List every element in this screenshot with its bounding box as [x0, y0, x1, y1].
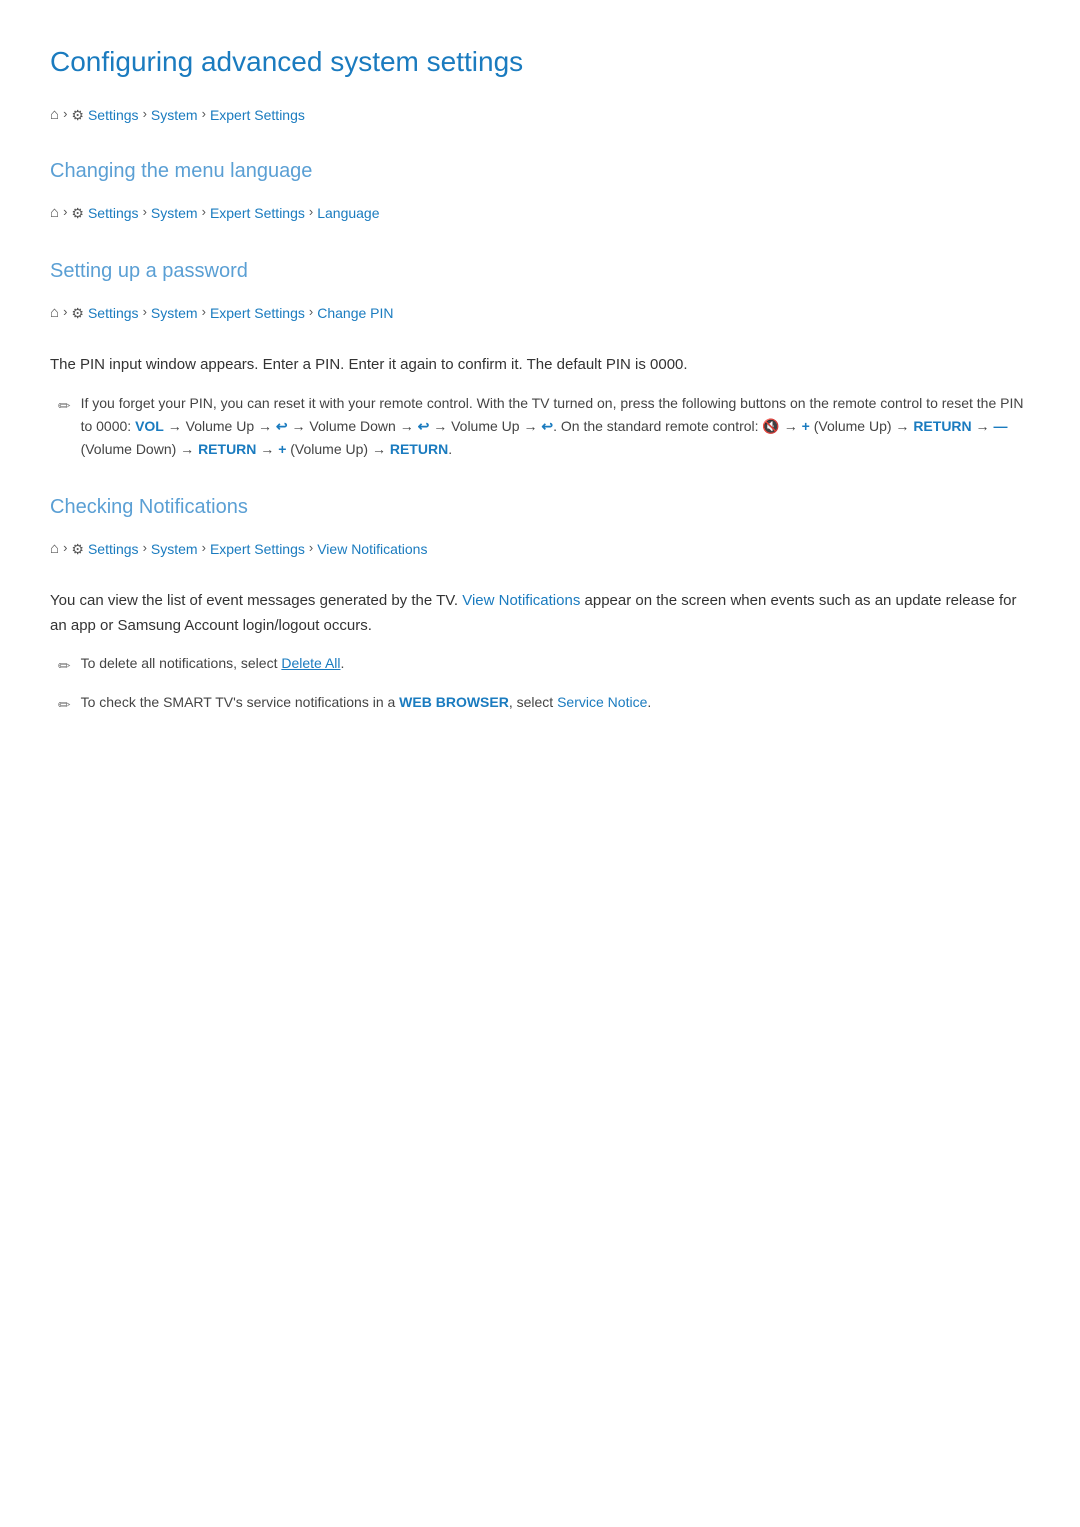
settings-gear-icon-notif: ⚙	[71, 538, 84, 560]
chevron-lang-4: ›	[309, 202, 313, 223]
breadcrumb-expert-lang[interactable]: Expert Settings	[210, 202, 305, 224]
service-notice-note: ✏ To check the SMART TV's service notifi…	[58, 691, 1030, 718]
notifications-body-pre: You can view the list of event messages …	[50, 592, 458, 609]
section-title-notifications: Checking Notifications	[50, 491, 1030, 523]
chevron-icon-3: ›	[202, 104, 206, 125]
chevron-icon-2: ›	[143, 104, 147, 125]
breadcrumb-changepin-item[interactable]: Change PIN	[317, 302, 393, 324]
breadcrumb-notifications: ⌂ › ⚙ Settings › System › Expert Setting…	[50, 537, 1030, 561]
breadcrumb-language: ⌂ › ⚙ Settings › System › Expert Setting…	[50, 201, 1030, 225]
breadcrumb-expert-notif[interactable]: Expert Settings	[210, 538, 305, 560]
breadcrumb-system-lang[interactable]: System	[151, 202, 198, 224]
breadcrumb-settings-notif[interactable]: Settings	[88, 538, 139, 560]
breadcrumb-expert-settings: ⌂ › ⚙ Settings › System › Expert Setting…	[50, 103, 1030, 127]
section-notifications: Checking Notifications ⌂ › ⚙ Settings › …	[50, 491, 1030, 719]
delete-note-pre: To delete all notifications, select	[81, 655, 282, 671]
return-label-1: RETURN	[913, 418, 971, 434]
breadcrumb-system-pin[interactable]: System	[151, 302, 198, 324]
return-arrow-3: ↩	[541, 418, 553, 434]
breadcrumb-system-notif[interactable]: System	[151, 538, 198, 560]
breadcrumb-settings-lang[interactable]: Settings	[88, 202, 139, 224]
pencil-icon-delete: ✏	[58, 655, 71, 679]
chevron-notif-2: ›	[143, 538, 147, 559]
password-body-text: The PIN input window appears. Enter a PI…	[50, 353, 1030, 378]
chevron-pin-3: ›	[202, 302, 206, 323]
home-icon: ⌂	[50, 103, 59, 127]
password-note: ✏ If you forget your PIN, you can reset …	[58, 392, 1030, 461]
settings-gear-icon: ⚙	[71, 104, 84, 126]
return-label-2: RETURN	[198, 441, 256, 457]
chevron-notif-1: ›	[63, 538, 67, 559]
section-password: Setting up a password ⌂ › ⚙ Settings › S…	[50, 255, 1030, 461]
home-icon-notif: ⌂	[50, 537, 59, 561]
breadcrumb-settings-pin[interactable]: Settings	[88, 302, 139, 324]
delete-all-link[interactable]: Delete All	[281, 655, 340, 671]
breadcrumb-view-notifications[interactable]: View Notifications	[317, 538, 427, 560]
vol-label: VOL	[135, 418, 164, 434]
home-icon-pin: ⌂	[50, 301, 59, 325]
chevron-lang-3: ›	[202, 202, 206, 223]
service-note-post: .	[647, 694, 651, 710]
plus-label: +	[802, 418, 810, 434]
service-notice-note-text: To check the SMART TV's service notifica…	[81, 691, 652, 714]
home-icon-lang: ⌂	[50, 201, 59, 225]
section-title-password: Setting up a password	[50, 255, 1030, 287]
delete-note-post: .	[341, 655, 345, 671]
section-language: Changing the menu language ⌂ › ⚙ Setting…	[50, 155, 1030, 225]
chevron-pin-4: ›	[309, 302, 313, 323]
web-browser-label: WEB BROWSER	[399, 694, 509, 710]
pencil-icon-service: ✏	[58, 694, 71, 718]
chevron-lang-1: ›	[63, 202, 67, 223]
password-note-text: If you forget your PIN, you can reset it…	[81, 392, 1030, 461]
return-arrow-2: ↩	[418, 418, 430, 434]
chevron-notif-3: ›	[202, 538, 206, 559]
settings-gear-icon-pin: ⚙	[71, 302, 84, 324]
breadcrumb-expert[interactable]: Expert Settings	[210, 104, 305, 126]
chevron-icon-1: ›	[63, 104, 67, 125]
pencil-icon-password: ✏	[58, 395, 71, 419]
notifications-body-text: You can view the list of event messages …	[50, 589, 1030, 639]
chevron-pin-2: ›	[143, 302, 147, 323]
breadcrumb-system[interactable]: System	[151, 104, 198, 126]
breadcrumb-language-item[interactable]: Language	[317, 202, 379, 224]
minus-label: —	[993, 418, 1007, 434]
chevron-pin-1: ›	[63, 302, 67, 323]
delete-all-note-text: To delete all notifications, select Dele…	[81, 652, 345, 675]
delete-all-note: ✏ To delete all notifications, select De…	[58, 652, 1030, 679]
chevron-lang-2: ›	[143, 202, 147, 223]
settings-gear-icon-lang: ⚙	[71, 202, 84, 224]
plus-label-2: +	[278, 441, 286, 457]
chevron-notif-4: ›	[309, 538, 313, 559]
view-notifications-link[interactable]: View Notifications	[462, 592, 580, 609]
return-arrow-1: ↩	[276, 418, 288, 434]
breadcrumb-settings[interactable]: Settings	[88, 104, 139, 126]
service-note-mid: , select	[509, 694, 557, 710]
return-label-3: RETURN	[390, 441, 448, 457]
breadcrumb-changepin: ⌂ › ⚙ Settings › System › Expert Setting…	[50, 301, 1030, 325]
breadcrumb-expert-pin[interactable]: Expert Settings	[210, 302, 305, 324]
section-title-language: Changing the menu language	[50, 155, 1030, 187]
page-title: Configuring advanced system settings	[50, 40, 1030, 85]
service-note-pre: To check the SMART TV's service notifica…	[81, 694, 400, 710]
service-notice-link[interactable]: Service Notice	[557, 694, 647, 710]
